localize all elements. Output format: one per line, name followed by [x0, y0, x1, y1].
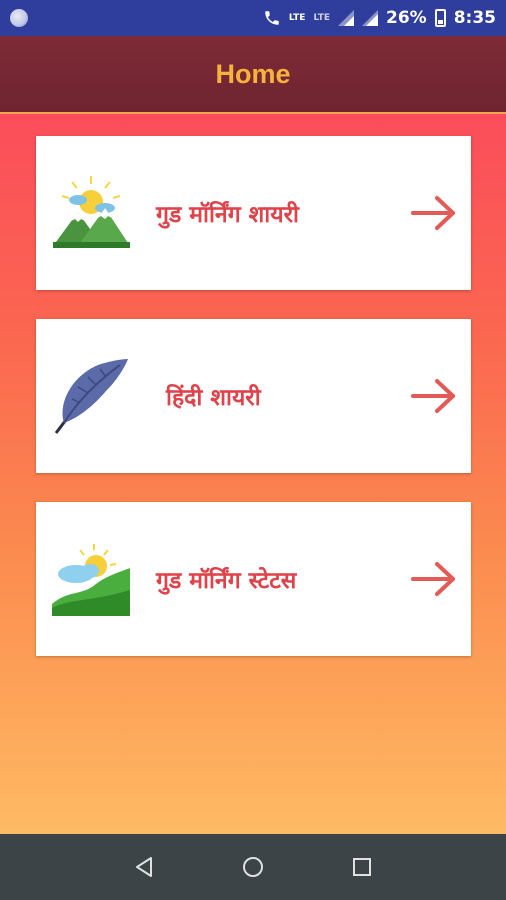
- menu-card-good-morning-status[interactable]: गुड मॉर्निंग स्टेटस: [36, 502, 471, 656]
- home-button[interactable]: [238, 852, 268, 882]
- sun-cloud-hills-icon: [46, 534, 136, 624]
- arrow-right-icon[interactable]: [409, 559, 459, 599]
- app-notification-icon: [10, 9, 28, 27]
- network-type-label: LTE: [288, 13, 306, 23]
- menu-label: गुड मॉर्निंग शायरी: [156, 202, 299, 228]
- battery-percent: 26%: [386, 8, 427, 28]
- arrow-right-icon[interactable]: [409, 193, 459, 233]
- back-button[interactable]: [129, 852, 159, 882]
- phone-wifi-call-icon: [265, 11, 279, 25]
- clock: 8:35: [453, 8, 496, 28]
- content-area: गुड मॉर्निंग शायरी हिंदी शायरी गुड मॉर्न…: [0, 114, 506, 834]
- arrow-right-icon[interactable]: [409, 376, 459, 416]
- status-indicators: LTE LTE 26% 8:35: [263, 8, 496, 28]
- signal-icon-secondary: [362, 10, 378, 26]
- system-navigation-bar: [0, 834, 506, 900]
- menu-card-good-morning-shayari[interactable]: गुड मॉर्निंग शायरी: [36, 136, 471, 290]
- back-triangle-icon: [136, 857, 153, 877]
- page-title: Home: [215, 58, 291, 89]
- recents-square-icon: [352, 858, 371, 876]
- app-toolbar: Home: [0, 36, 506, 114]
- signal-icon: [338, 10, 354, 26]
- sunrise-mountain-icon: [46, 168, 136, 258]
- battery-icon: [434, 9, 446, 27]
- secondary-network-label: LTE: [313, 13, 330, 23]
- menu-label: गुड मॉर्निंग स्टेटस: [156, 568, 297, 594]
- recents-button[interactable]: [347, 852, 377, 882]
- status-bar: LTE LTE 26% 8:35: [0, 0, 506, 36]
- menu-label: हिंदी शायरी: [166, 385, 261, 411]
- feather-icon: [46, 351, 136, 441]
- menu-card-hindi-shayari[interactable]: हिंदी शायरी: [36, 319, 471, 473]
- home-circle-icon: [242, 857, 263, 877]
